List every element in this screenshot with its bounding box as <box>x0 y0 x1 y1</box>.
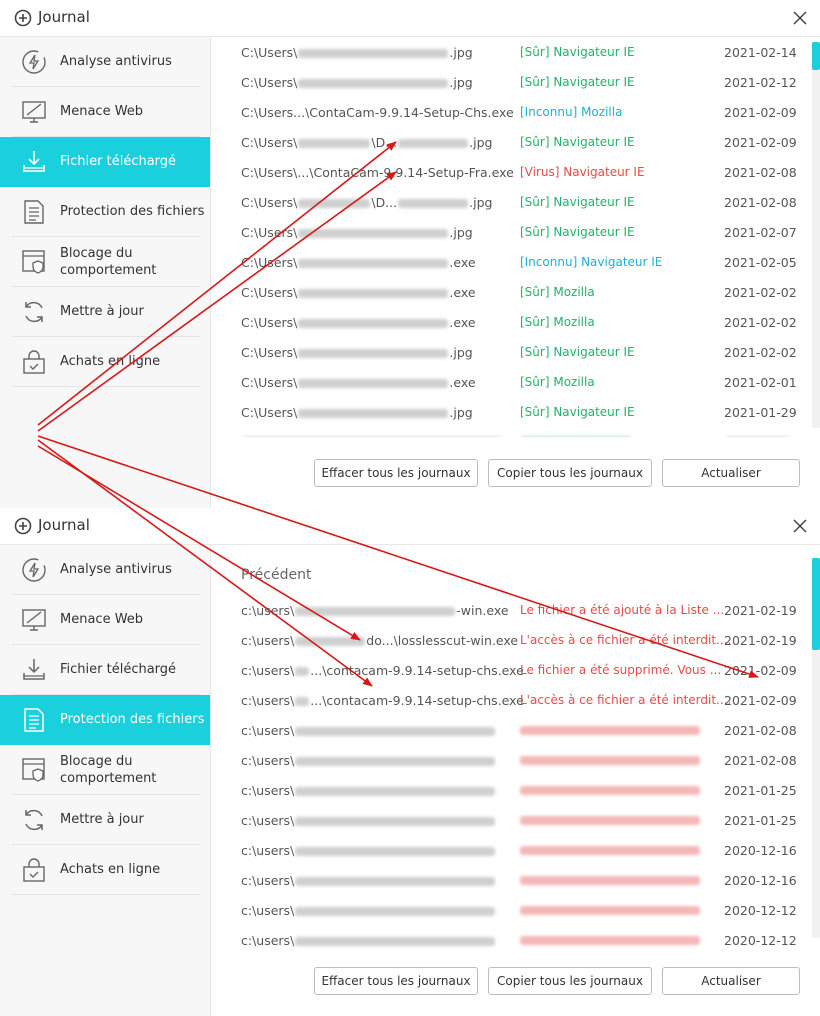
monitor-slash-icon <box>22 609 46 631</box>
scrollbar-thumb[interactable] <box>812 558 820 650</box>
scrollbar-thumb[interactable] <box>812 42 820 70</box>
journal-window-bottom: Journal Analyse antivirus Menace Web Fic… <box>0 508 820 1016</box>
sidebar-item-protection-fichiers[interactable]: Protection des fichiers <box>0 695 210 745</box>
copy-logs-button[interactable]: Copier tous les journaux <box>488 967 652 995</box>
scrollbar[interactable] <box>812 42 820 428</box>
sidebar-item-label: Menace Web <box>60 612 144 627</box>
copy-logs-button[interactable]: Copier tous les journaux <box>488 459 652 487</box>
window-title: Journal <box>38 516 90 534</box>
sidebar-item-label: Analyse antivirus <box>60 562 172 577</box>
clear-logs-button[interactable]: Effacer tous les journaux <box>314 459 478 487</box>
sidebar-item-label: Blocage du comportement <box>60 754 157 786</box>
close-icon[interactable] <box>790 8 810 28</box>
document-lines-icon <box>24 200 44 224</box>
title-bar: Journal <box>0 508 820 544</box>
table-row[interactable]: C:\Users...\ContaCam-9.9.14-Setup-Chs.ex… <box>211 97 801 127</box>
table-row[interactable]: C:\Users\ .jpg [Sûr] Navigateur IE 2021-0… <box>211 337 801 367</box>
sidebar-item-menace-web[interactable]: Menace Web <box>0 87 210 137</box>
browser-shield-icon <box>22 758 45 782</box>
title-bar: Journal <box>0 0 820 36</box>
sidebar-item-label: Analyse antivirus <box>60 54 172 69</box>
sidebar-item-label: Menace Web <box>60 104 144 119</box>
sidebar-item-blocage-comportement[interactable]: Blocage du comportement <box>0 745 210 795</box>
window-title: Journal <box>38 8 90 26</box>
download-tray-icon <box>23 659 45 680</box>
table-row[interactable]: c:\users\ 2021-01-25 <box>211 805 801 835</box>
sidebar-item-label: Protection des fichiers <box>60 204 205 219</box>
table-row[interactable]: C:\Users\ \D... .jpg [Sûr] Navigateur IE 2… <box>211 187 801 217</box>
sidebar-item-mettre-a-jour[interactable]: Mettre à jour <box>0 795 210 845</box>
table-row[interactable]: c:\users\ 2020-12-16 <box>211 865 801 895</box>
sidebar-item-achats-en-ligne[interactable]: Achats en ligne <box>0 337 210 387</box>
add-circle-icon <box>14 9 32 27</box>
table-row[interactable]: C:\Users\ .exe [Sûr] Mozilla 2021-02-02 <box>211 307 801 337</box>
sidebar-item-mettre-a-jour[interactable]: Mettre à jour <box>0 287 210 337</box>
table-row[interactable]: c:\users\ 2021-01-25 <box>211 775 801 805</box>
table-row[interactable]: c:\users\ ...\contacam-9.9.14-setup-chs.e… <box>211 685 801 715</box>
sidebar-item-label: Fichier téléchargé <box>60 662 177 677</box>
table-row[interactable]: c:\users\ 2021-02-08 <box>211 715 801 745</box>
table-row[interactable]: C:\Users\ .exe [Inconnu] Navigateur IE 20… <box>211 247 801 277</box>
table-row[interactable]: C:\Users\ .jpg [Sûr] Navigateur IE 2021-0… <box>211 37 801 67</box>
lightning-circle-icon <box>22 50 46 74</box>
download-tray-icon <box>23 151 45 172</box>
close-icon[interactable] <box>790 516 810 536</box>
shopping-bag-icon <box>23 858 45 882</box>
sidebar-item-label: Achats en ligne <box>60 354 161 369</box>
table-row[interactable]: c:\users\ 2021-02-08 <box>211 745 801 775</box>
file-protection-log-list[interactable]: c:\users\ -win.exe Le fichier a été ajout… <box>211 595 801 965</box>
table-row[interactable]: C:\Users\...\ContaCam-9.9.14-Setup-Fra.e… <box>211 157 801 187</box>
journal-window-top: Journal Analyse antivirus Menace Web Fic… <box>0 0 820 508</box>
shopping-bag-icon <box>23 350 45 374</box>
log-content: C:\Users\ .jpg [Sûr] Navigateur IE 2021-0… <box>211 37 810 508</box>
table-row[interactable]: c:\users\ 2020-12-12 <box>211 925 801 955</box>
sidebar-item-label: Blocage du comportement <box>60 246 157 278</box>
sidebar-item-menace-web[interactable]: Menace Web <box>0 595 210 645</box>
table-row[interactable]: C:\Users\ .exe [Sûr] Mozilla 2021-02-02 <box>211 277 801 307</box>
table-row-partial <box>211 427 801 437</box>
sidebar-item-label: Fichier téléchargé <box>60 154 177 169</box>
sidebar-item-fichier-telecharge[interactable]: Fichier téléchargé <box>0 645 210 695</box>
browser-shield-icon <box>22 250 45 274</box>
table-row[interactable]: c:\users\ do...\losslesscut-win.exe L'acc… <box>211 625 801 655</box>
lightning-circle-icon <box>22 558 46 582</box>
sidebar-item-fichier-telecharge[interactable]: Fichier téléchargé <box>0 137 210 187</box>
sidebar-item-label: Mettre à jour <box>60 812 144 827</box>
table-row[interactable]: c:\users\ 2020-12-12 <box>211 895 801 925</box>
sidebar: Analyse antivirus Menace Web Fichier tél… <box>0 37 211 508</box>
scrollbar[interactable] <box>812 558 820 938</box>
table-row[interactable]: C:\Users\ .jpg [Sûr] Navigateur IE 2021-0… <box>211 67 801 97</box>
table-row[interactable]: C:\Users\ .exe [Sûr] Mozilla 2021-02-01 <box>211 367 801 397</box>
refresh-icon <box>25 809 43 831</box>
table-row[interactable]: C:\Users\ .jpg [Sûr] Navigateur IE 2021-0… <box>211 397 801 427</box>
sidebar-item-label: Achats en ligne <box>60 862 161 877</box>
refresh-button[interactable]: Actualiser <box>662 459 800 487</box>
table-row[interactable]: C:\Users\ .jpg [Sûr] Navigateur IE 2021-0… <box>211 217 801 247</box>
log-content: Précédent c:\users\ -win.exe Le fichier a… <box>211 545 810 1016</box>
sidebar-item-protection-fichiers[interactable]: Protection des fichiers <box>0 187 210 237</box>
add-circle-icon <box>14 517 32 535</box>
monitor-slash-icon <box>22 101 46 123</box>
table-row[interactable]: c:\users\ ...\contacam-9.9.14-setup-chs.e… <box>211 655 801 685</box>
table-row[interactable]: c:\users\ 2020-12-16 <box>211 835 801 865</box>
document-lines-icon <box>24 708 44 732</box>
section-title: Précédent <box>241 567 312 583</box>
sidebar-item-blocage-comportement[interactable]: Blocage du comportement <box>0 237 210 287</box>
sidebar-item-analyse-antivirus[interactable]: Analyse antivirus <box>0 37 210 87</box>
table-row[interactable]: C:\Users\ \D... .jpg [Sûr] Navigateur IE 2… <box>211 127 801 157</box>
clear-logs-button[interactable]: Effacer tous les journaux <box>314 967 478 995</box>
refresh-icon <box>25 301 43 323</box>
sidebar: Analyse antivirus Menace Web Fichier tél… <box>0 545 211 1016</box>
sidebar-item-achats-en-ligne[interactable]: Achats en ligne <box>0 845 210 895</box>
download-log-list[interactable]: C:\Users\ .jpg [Sûr] Navigateur IE 2021-0… <box>211 37 801 437</box>
table-row[interactable]: c:\users\ -win.exe Le fichier a été ajout… <box>211 595 801 625</box>
refresh-button[interactable]: Actualiser <box>662 967 800 995</box>
sidebar-item-label: Protection des fichiers <box>60 712 205 727</box>
sidebar-item-analyse-antivirus[interactable]: Analyse antivirus <box>0 545 210 595</box>
sidebar-item-label: Mettre à jour <box>60 304 144 319</box>
